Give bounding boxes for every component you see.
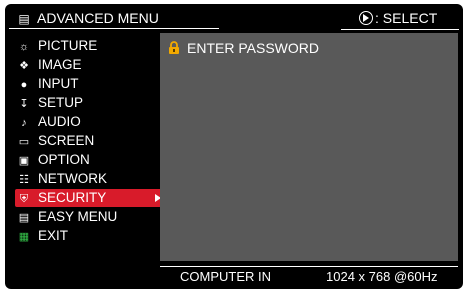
input-source: COMPUTER IN [180, 269, 271, 284]
main-menu: ☼ PICTURE ❖ IMAGE ● INPUT ↧ SETUP ♪ AUDIO ▭ SC… [15, 37, 165, 246]
security-panel: ENTER PASSWORD [160, 33, 458, 261]
menu-item-label: EASY MENU [38, 209, 118, 224]
title-underline [9, 28, 219, 29]
menu-item-audio[interactable]: ♪ AUDIO [15, 113, 165, 131]
enter-password-label: ENTER PASSWORD [187, 40, 319, 56]
screen-icon: ▭ [18, 136, 30, 148]
menu-item-picture[interactable]: ☼ PICTURE [15, 37, 165, 55]
menu-item-label: NETWORK [38, 171, 107, 186]
menu-item-label: SETUP [38, 95, 84, 110]
audio-icon: ♪ [21, 117, 27, 129]
menu-item-image[interactable]: ❖ IMAGE [15, 56, 165, 74]
menu-item-easy-menu[interactable]: ▤ EASY MENU [15, 208, 165, 226]
menu-item-network[interactable]: ☷ NETWORK [15, 170, 165, 188]
image-icon: ❖ [19, 60, 29, 72]
lock-icon [169, 41, 179, 54]
input-icon: ● [20, 79, 28, 91]
menu-item-label: PICTURE [38, 38, 98, 53]
menu-item-screen[interactable]: ▭ SCREEN [15, 132, 165, 150]
menu-item-security[interactable]: ⛨ SECURITY [15, 189, 165, 207]
picture-icon: ☼ [18, 41, 30, 53]
menu-item-label: IMAGE [38, 57, 82, 72]
setup-icon: ↧ [19, 98, 29, 110]
menu-item-label: SCREEN [38, 133, 95, 148]
menu-item-label: AUDIO [38, 114, 81, 129]
menu-item-label: OPTION [38, 152, 90, 167]
option-icon: ▣ [18, 155, 30, 167]
advanced-menu-window: ▤ ADVANCED MENU : SELECT ☼ PICTURE ❖ IMAGE … [5, 4, 463, 289]
page-title: ADVANCED MENU [37, 10, 159, 26]
menu-item-label: INPUT [38, 76, 79, 91]
menu-item-input[interactable]: ● INPUT [15, 75, 165, 93]
security-icon: ⛨ [19, 193, 29, 205]
exit-icon: ▦ [18, 231, 30, 243]
menu-item-label: SECURITY [38, 190, 107, 205]
select-hint: : SELECT [341, 7, 459, 30]
signal-resolution: 1024 x 768 @60Hz [326, 269, 438, 284]
easy-menu-icon: ▤ [18, 212, 30, 224]
select-button-icon [359, 11, 373, 25]
menu-item-label: EXIT [38, 228, 69, 243]
select-hint-label: : SELECT [375, 10, 438, 26]
status-bar: COMPUTER IN 1024 x 768 @60Hz [160, 266, 458, 285]
title-area: ▤ ADVANCED MENU [9, 7, 219, 29]
menu-item-option[interactable]: ▣ OPTION [15, 151, 165, 169]
network-icon: ☷ [19, 174, 29, 186]
menu-item-setup[interactable]: ↧ SETUP [15, 94, 165, 112]
title-bar: ▤ ADVANCED MENU : SELECT [9, 7, 459, 30]
enter-password-item[interactable]: ENTER PASSWORD [167, 40, 319, 56]
menu-item-exit[interactable]: ▦ EXIT [15, 227, 165, 245]
menu-icon: ▤ [18, 12, 30, 26]
